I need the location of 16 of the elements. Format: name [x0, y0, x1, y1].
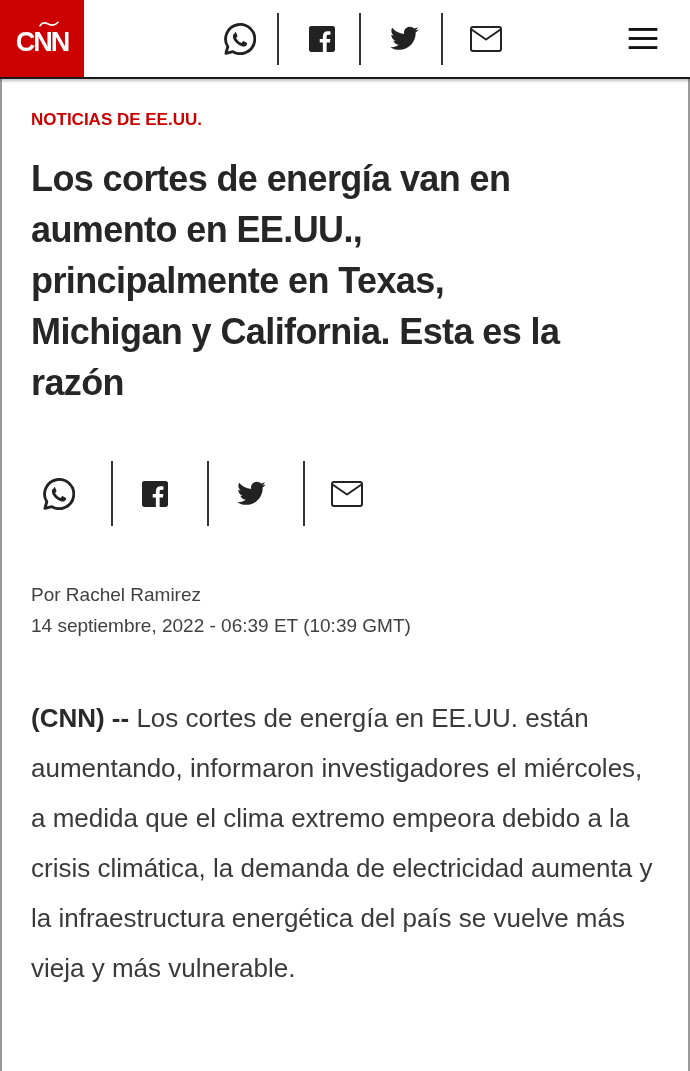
facebook-icon[interactable] — [142, 480, 168, 507]
logo-text: CNN — [15, 28, 69, 56]
facebook-icon[interactable] — [309, 25, 335, 52]
article-paragraph: (CNN) -- Los cortes de energía en EE.UU. están aumentando, informaron investigadores el miércoles, a medida que el clima extremo empeora debido a la crisis climática, la demanda de electricidad aumenta y la infraestructura energética del país se vuelve más vieja y más vulnerable. — [31, 702, 654, 985]
menu-icon[interactable] — [628, 28, 658, 49]
envelope-icon[interactable] — [331, 480, 363, 507]
section-link[interactable]: NOTICIAS DE EE.UU. — [31, 108, 202, 132]
bird-icon[interactable] — [236, 481, 266, 506]
publish-date: 14 septiembre, 2022 - 06:39 ET (10:39 GMT) — [31, 614, 411, 638]
tilde-icon — [38, 21, 60, 27]
article-headline: Los cortes de energía van en aumento en EE.UU., principalmente en Texas, Michigan y California. Esta es la razón — [31, 157, 561, 405]
whatsapp-icon[interactable] — [224, 22, 256, 55]
author-byline: Por Rachel Ramirez — [31, 583, 201, 607]
whatsapp-icon[interactable] — [43, 477, 75, 510]
envelope-icon[interactable] — [470, 25, 502, 52]
bird-icon[interactable] — [389, 26, 419, 51]
